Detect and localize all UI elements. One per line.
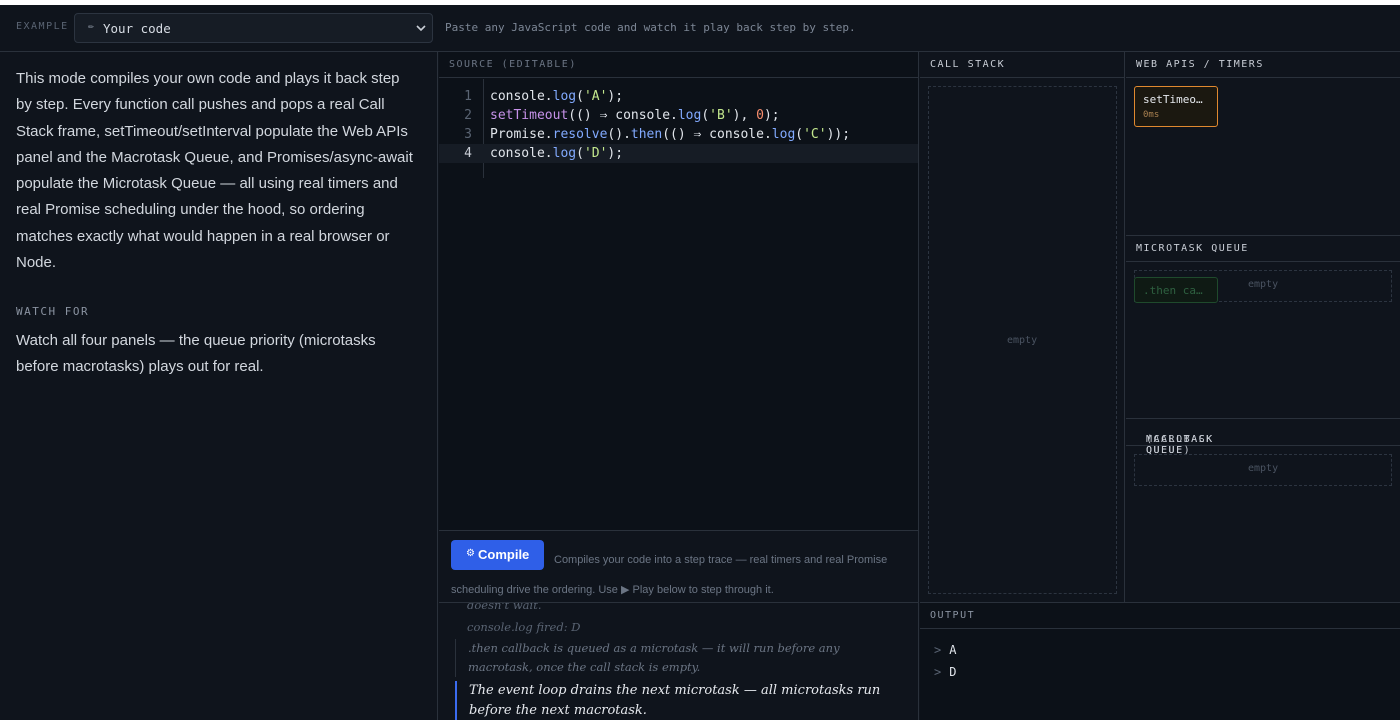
sidebar: This mode compiles your own code and pla… (0, 52, 438, 720)
call-stack-title: CALL STACK (930, 59, 1006, 70)
toolbar-hint: Paste any JavaScript code and watch it p… (445, 21, 856, 34)
output-line: > D (934, 665, 956, 679)
line-number: 1 (464, 89, 472, 104)
example-label: EXAMPLE (16, 21, 69, 32)
source-header: SOURCE (EDITABLE) (439, 52, 918, 78)
web-apis-title: WEB APIS / TIMERS (1136, 59, 1264, 70)
timer-card[interactable]: setTimeo… 0ms (1134, 86, 1218, 127)
code-text: console.log('A'); (490, 89, 624, 104)
output-header: OUTPUT (920, 603, 1400, 629)
macrotask-header: MACROTASK QUEUE (CALLBACK QUEUE) (1126, 420, 1400, 456)
code-text: console.log('D'); (490, 146, 624, 161)
macrotask-empty: empty (1248, 463, 1279, 474)
source-title: SOURCE (EDITABLE) (449, 59, 577, 70)
narration-log[interactable]: doesn't wait. console.log fired: D .then… (439, 602, 919, 720)
narration-step: .then callback is queued as a microtask … (455, 639, 905, 677)
watch-for-heading: WATCH FOR (16, 305, 90, 318)
line-number: 3 (464, 127, 472, 142)
macrotask-title-sub: (CALLBACK QUEUE) (1146, 434, 1214, 456)
narration-step: console.log fired: D (467, 620, 581, 634)
output-prompt: > (934, 643, 942, 657)
code-line[interactable]: 1 console.log('A'); (439, 87, 918, 106)
microtask-queue-panel: MICROTASK QUEUE empty .then ca… (1126, 236, 1400, 419)
narration-step: doesn't wait. (467, 602, 542, 612)
macrotask-queue-panel: MACROTASK QUEUE (CALLBACK QUEUE) empty (1126, 419, 1400, 602)
microtask-title: MICROTASK QUEUE (1136, 243, 1249, 254)
microtask-ghost-item: .then ca… (1134, 277, 1218, 303)
output-value: A (949, 643, 957, 657)
timer-name: setTimeo… (1143, 93, 1203, 106)
gear-icon: ⚙ (466, 548, 475, 559)
compile-button-label: Compile (478, 547, 530, 562)
output-title: OUTPUT (930, 610, 976, 621)
call-stack-panel: CALL STACK empty (920, 52, 1125, 602)
chevron-down-icon (416, 25, 426, 32)
compile-bar: Compiles your code into a step trace — r… (439, 530, 918, 602)
pencil-icon: ✏ (88, 21, 95, 32)
call-stack-area: empty (928, 86, 1117, 594)
macrotask-area: empty (1134, 454, 1392, 486)
watch-for-text: Watch all four panels — the queue priori… (16, 332, 376, 376)
output-prompt: > (934, 665, 942, 679)
toolbar: EXAMPLE ✏ Your code Paste any JavaScript… (0, 5, 1400, 52)
code-line[interactable]: 3 Promise.resolve().then(() ⇒ console.lo… (439, 125, 918, 144)
call-stack-empty: empty (1007, 335, 1038, 346)
output-panel: OUTPUT > A > D (920, 602, 1400, 720)
code-text: Promise.resolve().then(() ⇒ console.log(… (490, 127, 851, 142)
example-select[interactable]: ✏ Your code (74, 13, 433, 43)
source-panel: SOURCE (EDITABLE) 1 console.log('A'); 2 … (439, 52, 919, 602)
code-line[interactable]: 2 setTimeout(() ⇒ console.log('B'), 0); (439, 106, 918, 125)
code-line-active[interactable]: 4 console.log('D'); (439, 144, 918, 163)
mode-description: This mode compiles your own code and pla… (16, 70, 413, 272)
line-number: 4 (464, 146, 472, 161)
code-editor[interactable]: 1 console.log('A'); 2 setTimeout(() ⇒ co… (439, 79, 918, 178)
web-apis-header: WEB APIS / TIMERS (1126, 52, 1400, 78)
output-line: > A (934, 643, 956, 657)
line-number: 2 (464, 108, 472, 123)
compile-button[interactable]: ⚙ Compile (451, 540, 544, 570)
web-apis-panel: WEB APIS / TIMERS setTimeo… 0ms (1126, 52, 1400, 236)
example-select-value: Your code (103, 21, 171, 36)
microtask-empty: empty (1248, 279, 1279, 290)
narration-step-current: The event loop drains the next microtask… (455, 681, 905, 720)
microtask-ghost-label: .then ca… (1143, 284, 1203, 297)
output-value: D (949, 665, 957, 679)
call-stack-header: CALL STACK (920, 52, 1124, 78)
code-text: setTimeout(() ⇒ console.log('B'), 0); (490, 108, 780, 123)
microtask-header: MICROTASK QUEUE (1126, 236, 1400, 262)
timer-delay: 0ms (1143, 110, 1160, 120)
